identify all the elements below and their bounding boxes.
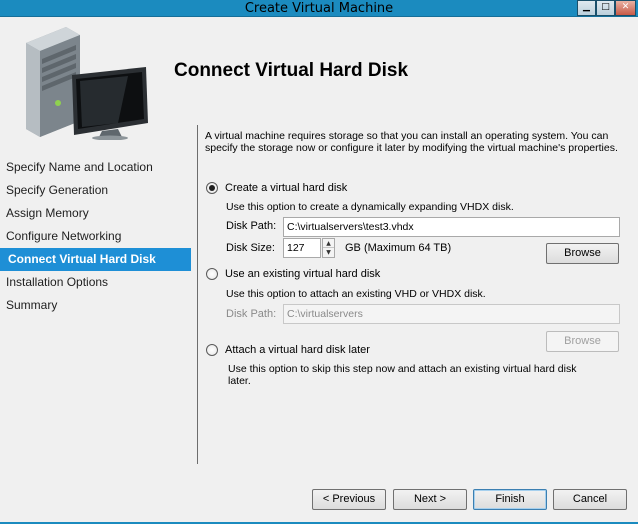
close-button[interactable]: ✕	[615, 0, 636, 16]
existing-disk-path-label: Disk Path:	[226, 308, 277, 320]
sidebar-item-connect-virtual-hard-disk[interactable]: Connect Virtual Hard Disk	[0, 248, 191, 271]
attach-later-description: Use this option to skip this step now an…	[228, 363, 577, 387]
existing-browse-button[interactable]: Browse	[546, 331, 619, 352]
next-button[interactable]: Next >	[393, 489, 467, 510]
create-disk-description: Use this option to create a dynamically …	[226, 201, 514, 213]
existing-disk-description: Use this option to attach an existing VH…	[226, 288, 486, 300]
disk-path-label: Disk Path:	[226, 220, 277, 232]
vertical-divider	[197, 125, 198, 464]
disk-size-label: Disk Size:	[226, 242, 275, 254]
disk-size-suffix: GB (Maximum 64 TB)	[345, 242, 452, 254]
sidebar-item-specify-generation[interactable]: Specify Generation	[0, 179, 191, 202]
spin-down-icon[interactable]: ▼	[323, 248, 334, 257]
cancel-button[interactable]: Cancel	[553, 489, 627, 510]
create-disk-radio[interactable]	[206, 182, 218, 194]
previous-button[interactable]: < Previous	[312, 489, 386, 510]
spin-up-icon[interactable]: ▲	[323, 239, 334, 248]
sidebar-item-specify-name-location[interactable]: Specify Name and Location	[0, 156, 191, 179]
existing-disk-path-input[interactable]: C:\virtualservers	[283, 304, 620, 324]
maximize-button[interactable]: □	[596, 0, 615, 16]
attach-later-radio[interactable]	[206, 344, 218, 356]
existing-disk-label[interactable]: Use an existing virtual hard disk	[225, 268, 380, 280]
intro-text: A virtual machine requires storage so th…	[205, 130, 618, 154]
wizard-steps-sidebar: Specify Name and Location Specify Genera…	[0, 156, 191, 317]
create-disk-label[interactable]: Create a virtual hard disk	[225, 182, 347, 194]
page-title: Connect Virtual Hard Disk	[174, 60, 409, 81]
disk-path-input[interactable]: C:\virtualservers\test3.vhdx	[283, 217, 620, 237]
server-monitor-icon	[26, 27, 148, 140]
title-bar: Create Virtual Machine ▁ □ ✕	[0, 0, 638, 17]
sidebar-item-configure-networking[interactable]: Configure Networking	[0, 225, 191, 248]
window-title: Create Virtual Machine	[244, 1, 394, 16]
attach-later-label[interactable]: Attach a virtual hard disk later	[225, 344, 370, 356]
existing-disk-radio[interactable]	[206, 268, 218, 280]
browse-button[interactable]: Browse	[546, 243, 619, 264]
disk-size-input[interactable]: 127	[283, 238, 321, 258]
wizard-header: Connect Virtual Hard Disk	[0, 17, 638, 140]
sidebar-item-assign-memory[interactable]: Assign Memory	[0, 202, 191, 225]
finish-button[interactable]: Finish	[473, 489, 547, 510]
disk-size-spinner[interactable]: ▲ ▼	[322, 238, 335, 258]
sidebar-item-summary[interactable]: Summary	[0, 294, 191, 317]
minimize-button[interactable]: ▁	[577, 0, 596, 16]
sidebar-item-installation-options[interactable]: Installation Options	[0, 271, 191, 294]
